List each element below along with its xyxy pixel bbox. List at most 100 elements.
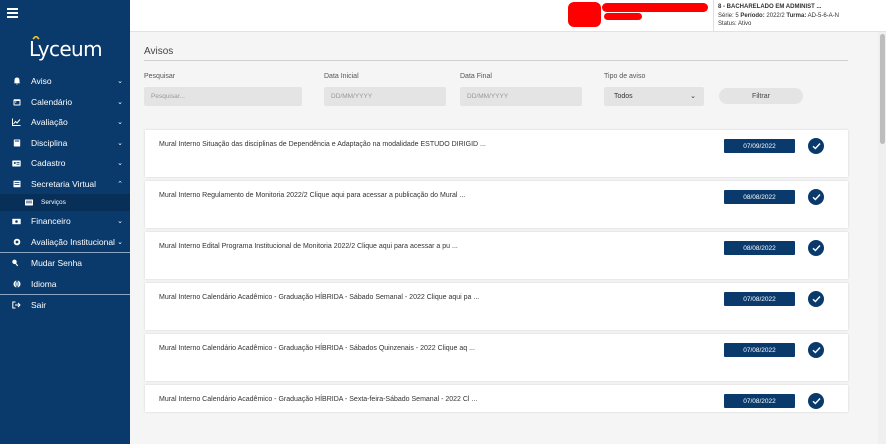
sidebar-item-avaliacao[interactable]: Avaliação ⌄ xyxy=(0,112,130,133)
header-divider xyxy=(713,0,714,31)
redacted-user-name xyxy=(602,3,708,12)
chevron-down-icon: ⌄ xyxy=(690,93,696,100)
lyceum-logo: Lyceum xyxy=(29,34,129,67)
hamburger-menu-icon[interactable] xyxy=(7,8,18,18)
notice-card[interactable]: Mural Interno Edital Programa Institucio… xyxy=(145,232,848,279)
chevron-down-icon: ⌄ xyxy=(117,78,123,85)
sidebar-item-secretaria-virtual[interactable]: Secretaria Virtual ⌃ xyxy=(0,174,130,195)
page-title: Avisos xyxy=(144,46,174,57)
id-card-icon xyxy=(12,159,21,168)
globe-icon xyxy=(12,279,21,288)
notice-card[interactable]: Mural Interno Calendário Acadêmico - Gra… xyxy=(145,334,848,381)
serie-value: 5 xyxy=(735,12,739,19)
periodo-label: Período: xyxy=(740,12,765,19)
notice-type-select[interactable]: Todos ⌄ xyxy=(604,87,704,106)
money-icon xyxy=(12,217,21,226)
sidebar-menu: Aviso ⌄ Calendário ⌄ Avaliação ⌄ Discipl… xyxy=(0,71,130,316)
sidebar-item-label: Serviços xyxy=(41,199,66,206)
lyceum-logo-svg: Lyceum xyxy=(29,34,103,61)
chevron-down-icon: ⌄ xyxy=(117,119,123,126)
sidebar-item-label: Financeiro xyxy=(31,216,71,227)
notice-card[interactable]: Mural Interno Calendário Acadêmico - Gra… xyxy=(145,385,848,412)
sidebar-item-disciplina[interactable]: Disciplina ⌄ xyxy=(0,133,130,154)
bell-icon xyxy=(12,77,21,86)
sidebar-item-mudar-senha[interactable]: Mudar Senha xyxy=(0,253,130,274)
notice-card[interactable]: Mural Interno Situação das disciplinas d… xyxy=(145,130,848,177)
course-name: 8 - BACHARELADO EM ADMINIST ... xyxy=(718,4,822,10)
sidebar-item-sair[interactable]: Sair xyxy=(0,295,130,316)
document-icon xyxy=(12,179,21,188)
sidebar-item-label: Secretaria Virtual xyxy=(31,178,97,189)
notice-type-label: Tipo de aviso xyxy=(604,73,646,80)
redacted-avatar xyxy=(568,2,601,27)
list-icon xyxy=(24,198,33,207)
chevron-up-icon: ⌃ xyxy=(117,180,123,188)
check-circle-icon[interactable] xyxy=(808,342,824,358)
sidebar: Lyceum Aviso ⌄ Calendário ⌄ Avaliação ⌄ … xyxy=(0,0,130,444)
chevron-down-icon: ⌄ xyxy=(117,160,123,167)
chevron-down-icon: ⌄ xyxy=(117,238,123,246)
sidebar-subitem-servicos[interactable]: Serviços xyxy=(0,194,130,211)
sidebar-item-label: Disciplina xyxy=(31,137,68,148)
search-input[interactable]: Pesquisar... xyxy=(144,87,302,106)
chevron-down-icon: ⌄ xyxy=(117,139,123,147)
calendar-icon xyxy=(12,97,21,106)
student-info: 8 - BACHARELADO EM ADMINIST ... Série: 5… xyxy=(718,3,839,29)
sidebar-item-aviso[interactable]: Aviso ⌄ xyxy=(0,71,130,92)
end-date-label: Data Final xyxy=(460,73,492,80)
notice-date-badge: 07/08/2022 xyxy=(724,343,795,357)
check-circle-icon[interactable] xyxy=(808,240,824,256)
notice-text[interactable]: Mural Interno Edital Programa Institucio… xyxy=(159,243,458,250)
sidebar-item-label: Aviso xyxy=(31,76,52,87)
sidebar-item-avaliacao-institucional[interactable]: Avaliação Institucional ⌄ xyxy=(0,232,130,253)
periodo-value: 2022/2 xyxy=(766,12,785,19)
notice-date-badge: 07/09/2022 xyxy=(724,139,795,153)
svg-text:Lyceum: Lyceum xyxy=(29,37,102,61)
notice-date-badge: 08/08/2022 xyxy=(724,190,795,204)
scrollbar-thumb[interactable] xyxy=(880,34,885,144)
notice-date-badge: 07/08/2022 xyxy=(724,394,795,408)
notice-text[interactable]: Mural Interno Calendário Acadêmico - Gra… xyxy=(159,396,477,403)
status-label: Status: xyxy=(718,21,737,27)
notice-text[interactable]: Mural Interno Situação das disciplinas d… xyxy=(159,141,486,148)
notice-text[interactable]: Mural Interno Calendário Acadêmico - Gra… xyxy=(159,294,479,301)
redacted-user-id xyxy=(604,13,642,20)
sidebar-item-cadastro[interactable]: Cadastro ⌄ xyxy=(0,153,130,174)
chevron-down-icon: ⌄ xyxy=(117,98,123,106)
end-date-input[interactable]: DD/MM/YYYY xyxy=(460,87,582,106)
sidebar-item-financeiro[interactable]: Financeiro ⌄ xyxy=(0,211,130,232)
book-icon xyxy=(12,138,21,147)
check-circle-icon[interactable] xyxy=(808,393,824,409)
chevron-down-icon: ⌄ xyxy=(117,218,123,225)
sidebar-item-label: Calendário xyxy=(31,96,73,107)
turma-label: Turma: xyxy=(786,12,807,19)
turma-value: AD-5-6-A-N xyxy=(807,12,839,19)
status-value: Ativo xyxy=(738,21,752,27)
sidebar-item-label: Avaliação Institucional xyxy=(31,236,115,247)
sidebar-item-idioma[interactable]: Idioma xyxy=(0,274,130,295)
sidebar-item-calendario[interactable]: Calendário ⌄ xyxy=(0,92,130,113)
start-date-input[interactable]: DD/MM/YYYY xyxy=(324,87,446,106)
notice-date-badge: 08/08/2022 xyxy=(724,241,795,255)
sidebar-item-label: Avaliação xyxy=(31,117,68,128)
notice-text[interactable]: Mural Interno Calendário Acadêmico - Gra… xyxy=(159,345,475,352)
exit-icon xyxy=(12,301,21,310)
notice-type-value: Todos xyxy=(614,93,633,100)
serie-label: Série: xyxy=(718,12,734,19)
chart-line-icon xyxy=(12,118,21,127)
notice-card[interactable]: Mural Interno Calendário Acadêmico - Gra… xyxy=(145,283,848,330)
notice-text[interactable]: Mural Interno Regulamento de Monitoria 2… xyxy=(159,192,465,199)
check-circle-icon[interactable] xyxy=(808,189,824,205)
cog-icon xyxy=(12,237,21,246)
key-icon xyxy=(12,259,21,268)
check-circle-icon[interactable] xyxy=(808,291,824,307)
check-circle-icon[interactable] xyxy=(808,138,824,154)
sidebar-item-label: Mudar Senha xyxy=(31,258,83,269)
filter-button[interactable]: Filtrar xyxy=(719,88,803,104)
notice-date-badge: 07/08/2022 xyxy=(724,292,795,306)
notice-card[interactable]: Mural Interno Regulamento de Monitoria 2… xyxy=(145,181,848,228)
top-header: 8 - BACHARELADO EM ADMINIST ... Série: 5… xyxy=(130,0,886,32)
sidebar-item-label: Sair xyxy=(31,300,47,311)
sidebar-item-label: Cadastro xyxy=(31,158,66,169)
sidebar-item-label: Idioma xyxy=(31,278,57,289)
